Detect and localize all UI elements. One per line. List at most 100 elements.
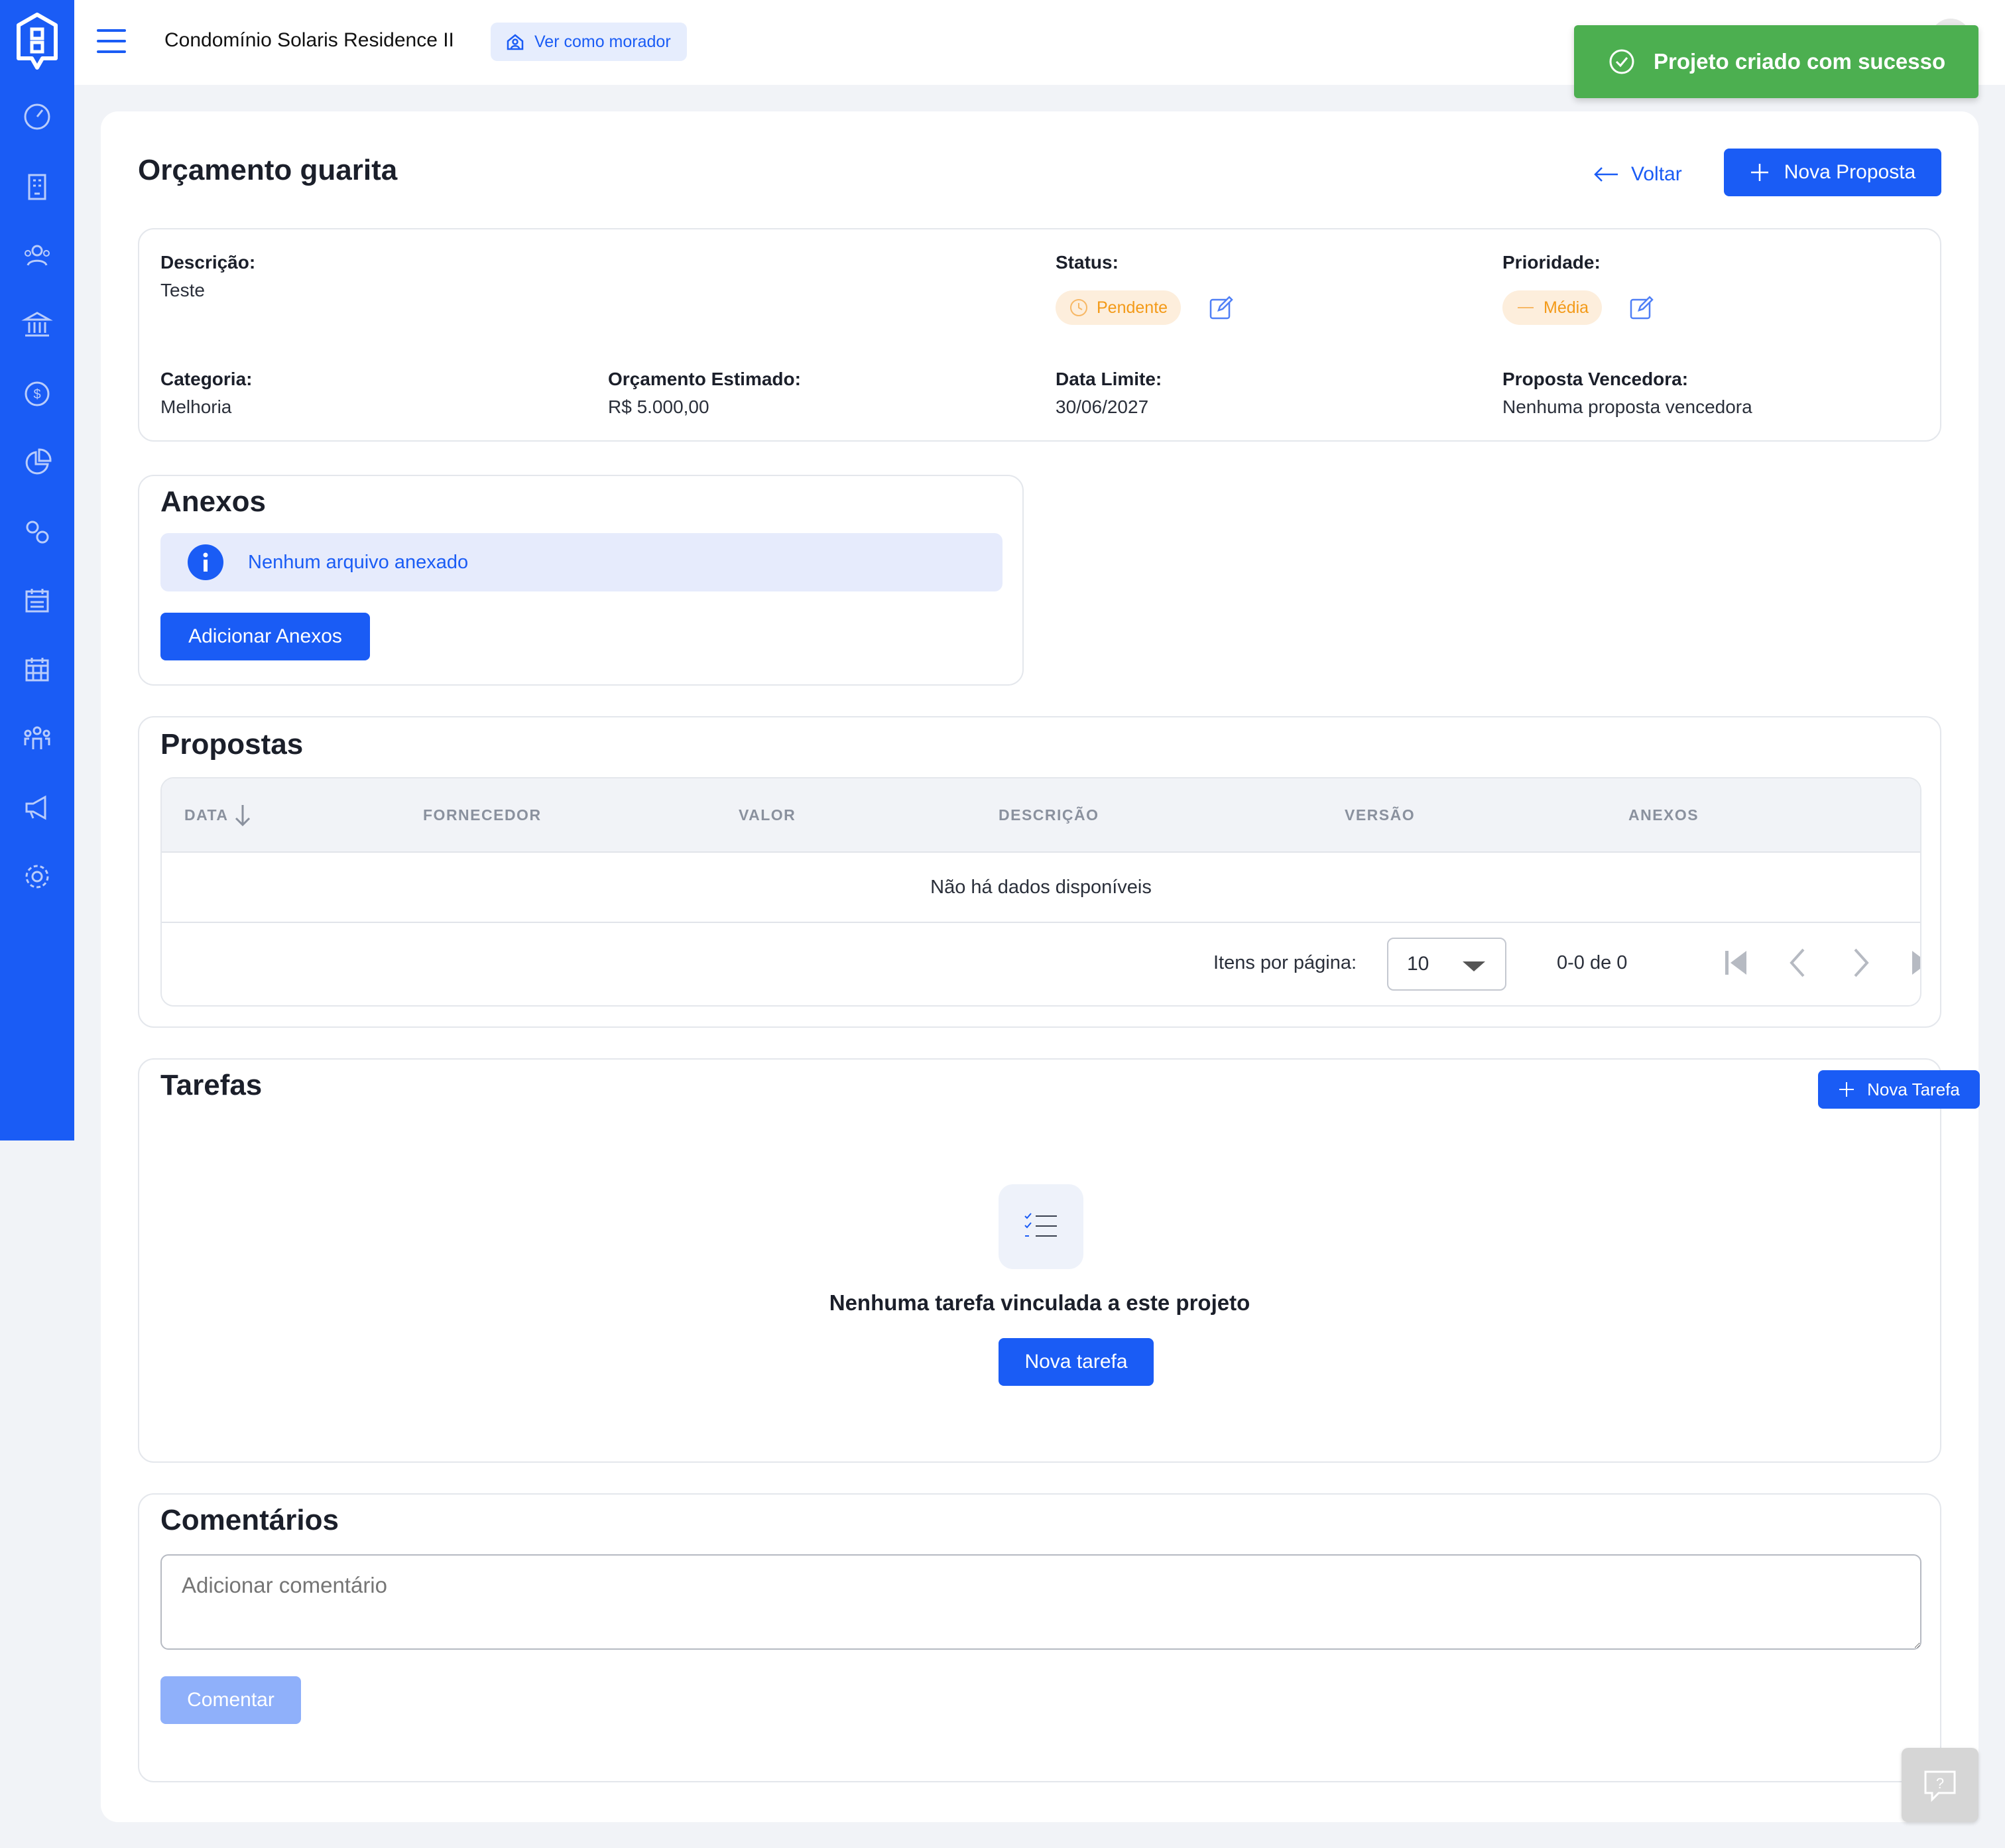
category-label: Categoria: — [160, 369, 253, 389]
new-proposal-button[interactable]: Nova Proposta — [1724, 149, 1941, 196]
comment-input[interactable] — [160, 1554, 1921, 1650]
no-tasks-text: Nenhuma tarefa vinculada a este projeto — [829, 1290, 1250, 1315]
proposals-table: DATA FORNECEDOR VALOR DESCRIÇÃO VERSÃO A… — [160, 777, 1921, 1007]
category-field: Categoria: Melhoria — [160, 369, 252, 418]
category-value: Melhoria — [160, 397, 232, 417]
help-chat-icon: ? — [1924, 1770, 1956, 1802]
sidebar: $ — [0, 0, 74, 1140]
back-label: Voltar — [1631, 163, 1682, 185]
table-header: DATA FORNECEDOR VALOR DESCRIÇÃO VERSÃO A… — [162, 778, 1920, 853]
column-header-supplier[interactable]: FORNECEDOR — [423, 806, 542, 824]
last-page-icon[interactable] — [1904, 944, 1921, 981]
description-value: Teste — [160, 280, 205, 300]
arrow-left-icon — [1594, 167, 1618, 182]
items-per-page-value: 10 — [1407, 953, 1429, 975]
comments-card: Comentários Comentar — [138, 1493, 1941, 1782]
clock-icon — [1070, 299, 1087, 316]
pie-chart-icon[interactable] — [21, 447, 53, 479]
building-icon[interactable] — [21, 171, 53, 203]
calendar-grid-icon[interactable] — [21, 654, 53, 686]
status-field: Status: — [1056, 252, 1119, 280]
condo-name: Condomínio Solaris Residence II — [164, 29, 454, 51]
svg-text:$: $ — [33, 387, 40, 402]
items-per-page-label: Itens por página: — [1213, 952, 1357, 973]
menu-icon[interactable] — [97, 29, 126, 53]
winner-label: Proposta Vencedora: — [1502, 369, 1689, 389]
megaphone-icon[interactable] — [21, 792, 53, 824]
column-header-value[interactable]: VALOR — [739, 806, 796, 824]
new-proposal-label: Nova Proposta — [1784, 161, 1916, 183]
description-label: Descrição: — [160, 252, 256, 273]
priority-badge: Média — [1502, 290, 1603, 325]
settings-icon[interactable] — [21, 861, 53, 893]
column-header-date[interactable]: DATA — [184, 806, 228, 824]
success-toast[interactable]: Projeto criado com sucesso — [1574, 25, 1978, 98]
plus-icon — [1750, 164, 1768, 181]
no-attachments-alert: Nenhum arquivo anexado — [160, 533, 1003, 591]
bank-icon[interactable] — [21, 309, 53, 341]
home-user-icon — [507, 34, 524, 50]
new-task-top-label: Nova Tarefa — [1867, 1079, 1960, 1099]
winner-field: Proposta Vencedora: Nenhuma proposta ven… — [1502, 369, 1752, 418]
column-header-description[interactable]: DESCRIÇÃO — [999, 806, 1099, 824]
no-attachments-text: Nenhum arquivo anexado — [248, 551, 469, 573]
help-button[interactable]: ? — [1902, 1748, 1978, 1822]
budget-field: Orçamento Estimado: R$ 5.000,00 — [608, 369, 801, 418]
priority-value: Média — [1544, 298, 1589, 317]
attachments-card: Anexos Nenhum arquivo anexado Adicionar … — [138, 475, 1024, 686]
comments-title: Comentários — [160, 1504, 339, 1536]
back-button[interactable]: Voltar — [1593, 158, 1682, 191]
winner-value: Nenhuma proposta vencedora — [1502, 397, 1752, 417]
tasks-title: Tarefas — [160, 1069, 263, 1101]
description-field: Descrição: Teste — [160, 252, 255, 301]
deadline-field: Data Limite: 30/06/2027 — [1056, 369, 1162, 418]
edit-priority-icon[interactable] — [1628, 294, 1655, 321]
money-icon[interactable]: $ — [21, 378, 53, 410]
column-header-attachments[interactable]: ANEXOS — [1628, 806, 1699, 824]
status-label: Status: — [1056, 252, 1119, 273]
project-panel: Orçamento guarita Voltar Nova Proposta D… — [101, 111, 1980, 1822]
sort-down-icon[interactable] — [233, 802, 252, 829]
calendar-icon[interactable] — [21, 585, 53, 617]
status-badge: Pendente — [1056, 290, 1182, 325]
page-range: 0-0 de 0 — [1557, 952, 1628, 973]
proposals-title: Propostas — [160, 728, 304, 761]
page-title: Orçamento guarita — [138, 154, 398, 186]
previous-page-icon[interactable] — [1780, 944, 1817, 981]
deadline-label: Data Limite: — [1056, 369, 1162, 389]
priority-field: Prioridade: — [1502, 252, 1601, 280]
gears-icon[interactable] — [21, 516, 53, 548]
tasks-card: Tarefas Nova Tarefa Nenhuma tarefa vincu… — [138, 1058, 1980, 1463]
community-icon[interactable] — [21, 723, 53, 755]
no-data-row: Não há dados disponíveis — [162, 853, 1920, 923]
view-as-resident-button[interactable]: Ver como morador — [491, 23, 687, 61]
next-page-icon[interactable] — [1842, 944, 1879, 981]
toast-message: Projeto criado com sucesso — [1654, 49, 1946, 74]
add-attachments-button[interactable]: Adicionar Anexos — [160, 613, 370, 660]
svg-text:?: ? — [1936, 1775, 1944, 1792]
app-logo-icon[interactable] — [13, 12, 61, 76]
dash-icon — [1518, 307, 1534, 308]
budget-value: R$ 5.000,00 — [608, 397, 709, 417]
status-value: Pendente — [1097, 298, 1168, 317]
project-details-card: Descrição: Teste Status: Pendente Priori… — [138, 228, 1941, 442]
info-icon — [188, 544, 223, 580]
column-header-version[interactable]: VERSÃO — [1345, 806, 1415, 824]
dashboard-icon[interactable] — [21, 101, 53, 133]
comment-submit-button[interactable]: Comentar — [160, 1676, 301, 1724]
plus-icon — [1839, 1082, 1854, 1097]
proposals-card: Propostas DATA FORNECEDOR VALOR DESCRIÇÃ… — [138, 716, 1941, 1028]
items-per-page-select[interactable]: 10 — [1387, 938, 1506, 991]
deadline-value: 30/06/2027 — [1056, 397, 1149, 417]
edit-status-icon[interactable] — [1208, 294, 1235, 321]
new-task-button[interactable]: Nova tarefa — [999, 1338, 1154, 1386]
caret-down-icon — [1463, 961, 1485, 971]
view-as-resident-label: Ver como morador — [534, 32, 671, 51]
task-list-icon — [999, 1184, 1083, 1269]
new-task-top-button[interactable]: Nova Tarefa — [1818, 1070, 1980, 1109]
check-circle-icon — [1609, 49, 1634, 74]
priority-label: Prioridade: — [1502, 252, 1601, 273]
attachments-title: Anexos — [160, 485, 266, 518]
first-page-icon[interactable] — [1717, 944, 1754, 981]
people-icon[interactable] — [21, 240, 53, 272]
